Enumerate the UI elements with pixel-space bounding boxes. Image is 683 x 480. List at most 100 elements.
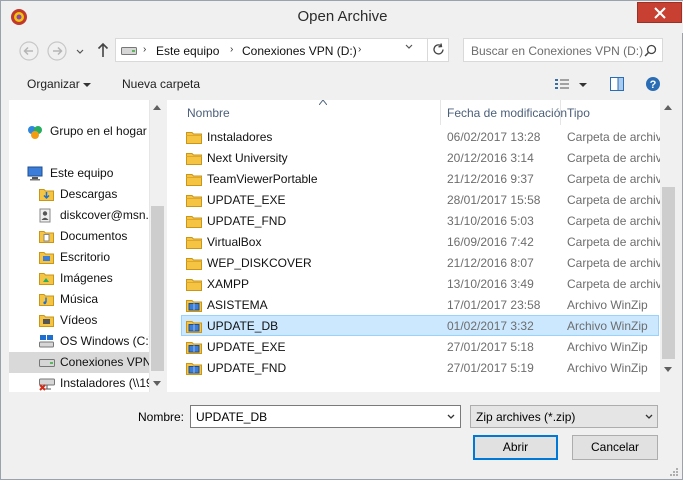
nav-item-user[interactable]: diskcover@msn.com (9, 205, 157, 226)
file-date: 21/12/2016 9:37 (447, 172, 534, 186)
cancel-button[interactable]: Cancelar (572, 435, 658, 460)
folder-icon (186, 130, 202, 147)
navigation-scrollbar-thumb[interactable] (151, 206, 164, 371)
file-row[interactable]: TeamViewerPortable 21/12/2016 9:37 Carpeta… (181, 168, 674, 189)
winzip-folder-icon (186, 298, 202, 315)
nav-item-homegroup[interactable]: Grupo en el hogar (9, 121, 157, 142)
search-icon[interactable] (644, 44, 657, 57)
file-name: TeamViewerPortable (207, 172, 318, 186)
title-bar: Open Archive (1, 1, 683, 33)
scroll-up-icon[interactable] (664, 105, 672, 110)
breadcrumb-conexiones-vpn[interactable]: Conexiones VPN (D:) (242, 44, 357, 58)
close-button[interactable] (637, 2, 682, 23)
file-name: WEP_DISKCOVER (207, 256, 312, 270)
resize-grip-icon[interactable] (669, 467, 679, 477)
network-drive-icon (39, 378, 55, 391)
file-name: VirtualBox (207, 235, 262, 249)
scroll-up-icon[interactable] (153, 105, 161, 110)
breadcrumb-este-equipo[interactable]: Este equipo (156, 44, 219, 58)
column-header-type[interactable]: Tipo (561, 100, 661, 125)
address-bar[interactable]: › Este equipo › Conexiones VPN (D:) › (115, 38, 449, 62)
videos-folder-icon (39, 315, 54, 327)
help-icon[interactable]: ? (645, 76, 661, 92)
file-type: Carpeta de archivos (567, 235, 675, 249)
search-input[interactable]: Buscar en Conexiones VPN (D:) (471, 44, 643, 58)
nav-item-este-equipo[interactable]: Este equipo (9, 163, 157, 184)
nav-item-descargas[interactable]: Descargas (9, 184, 157, 205)
filename-value[interactable]: UPDATE_DB (196, 410, 267, 424)
chevron-down-icon (645, 414, 653, 419)
scroll-down-icon[interactable] (153, 381, 161, 386)
up-arrow-icon[interactable] (97, 42, 109, 58)
filename-input[interactable]: UPDATE_DB (190, 405, 461, 428)
file-row[interactable]: WEP_DISKCOVER 21/12/2016 8:07 Carpeta de a… (181, 252, 674, 273)
drive-icon (39, 359, 55, 367)
nav-item-musica[interactable]: Música (9, 289, 157, 310)
refresh-button[interactable] (427, 38, 449, 62)
file-date: 27/01/2017 5:18 (447, 340, 534, 354)
new-folder-button[interactable]: Nueva carpeta (122, 77, 200, 91)
file-row[interactable]: UPDATE_EXE 28/01/2017 15:58 Carpeta de arc… (181, 189, 674, 210)
back-arrow-icon (19, 41, 39, 61)
file-date: 27/01/2017 5:19 (447, 361, 534, 375)
scroll-down-icon[interactable] (664, 367, 672, 372)
filename-label: Nombre: (138, 410, 185, 424)
refresh-icon (433, 43, 444, 55)
file-row[interactable]: UPDATE_FND 27/01/2017 5:19 Archivo WinZip (181, 357, 659, 378)
column-header-date-label: Fecha de modificación (447, 106, 568, 120)
file-row[interactable]: Instaladores 06/02/2017 13:28 Carpeta de a… (181, 126, 674, 147)
column-header-name[interactable]: Nombre (181, 100, 441, 125)
nav-item-escritorio[interactable]: Escritorio (9, 247, 157, 268)
file-row[interactable]: UPDATE_EXE 27/01/2017 5:18 Archivo WinZip (181, 336, 659, 357)
nav-item-label: Documentos (60, 229, 128, 243)
address-dropdown-icon[interactable] (405, 44, 413, 50)
file-type: Archivo WinZip (567, 361, 648, 375)
breadcrumb-separator: › (143, 44, 147, 55)
window-title: Open Archive (297, 8, 388, 25)
navigation-pane[interactable]: Grupo en el hogar Este equipo Descargas … (9, 100, 165, 392)
homegroup-icon (28, 126, 42, 139)
svg-text:?: ? (650, 79, 657, 91)
column-header-date[interactable]: Fecha de modificación (441, 100, 567, 125)
breadcrumb-separator: › (230, 44, 234, 55)
nav-item-videos[interactable]: Vídeos (9, 310, 157, 331)
file-list-scrollbar-thumb[interactable] (662, 187, 675, 359)
nav-item-label: OS Windows (C:) (60, 334, 153, 348)
file-date: 17/01/2017 23:58 (447, 298, 541, 312)
file-row[interactable]: ASISTEMA 17/01/2017 23:58 Archivo WinZip (181, 294, 659, 315)
nav-item-conexiones-vpn[interactable]: Conexiones VPN (D:) (9, 352, 157, 373)
nav-item-documentos[interactable]: Documentos (9, 226, 157, 247)
view-options-icon[interactable] (554, 78, 570, 90)
file-name: UPDATE_EXE (207, 340, 286, 354)
file-row[interactable]: UPDATE_DB 01/02/2017 3:32 Archivo WinZip (181, 315, 659, 336)
folder-icon (186, 172, 202, 189)
file-date: 20/12/2016 3:14 (447, 151, 534, 165)
back-button[interactable] (18, 40, 40, 62)
folder-icon (186, 277, 202, 294)
file-date: 28/01/2017 15:58 (447, 193, 541, 207)
view-dropdown-icon[interactable] (579, 83, 587, 88)
file-name: XAMPP (207, 277, 250, 291)
recent-locations-chevron-icon[interactable] (76, 49, 84, 55)
file-date: 13/10/2016 3:49 (447, 277, 534, 291)
nav-item-label: Este equipo (50, 166, 114, 180)
forward-button[interactable] (46, 40, 68, 62)
organize-button[interactable]: Organizar (27, 77, 80, 91)
chevron-down-icon[interactable] (447, 414, 455, 420)
file-row[interactable]: VirtualBox 16/09/2016 7:42 Carpeta de arch… (181, 231, 674, 252)
computer-icon (27, 166, 43, 181)
file-list[interactable]: Nombre Fecha de modificación Tipo Instal… (167, 100, 676, 392)
file-row[interactable]: Next University 20/12/2016 3:14 Carpeta de… (181, 147, 674, 168)
file-date: 31/10/2016 5:03 (447, 214, 534, 228)
search-box[interactable]: Buscar en Conexiones VPN (D:) (463, 38, 663, 62)
nav-item-imagenes[interactable]: Imágenes (9, 268, 157, 289)
file-type: Carpeta de archivos (567, 193, 675, 207)
file-row[interactable]: UPDATE_FND 31/10/2016 5:03 Carpeta de arch… (181, 210, 674, 231)
filetype-select[interactable]: Zip archives (*.zip) (470, 405, 658, 428)
open-button[interactable]: Abrir (473, 435, 558, 460)
file-row[interactable]: XAMPP 13/10/2016 3:49 Carpeta de archivos (181, 273, 674, 294)
nav-item-os-windows[interactable]: OS Windows (C:) (9, 331, 157, 352)
nav-item-instaladores-network[interactable]: Instaladores (\\192.168.1.100) (9, 373, 157, 392)
preview-pane-icon[interactable] (609, 76, 625, 92)
breadcrumb-separator: › (358, 44, 362, 55)
